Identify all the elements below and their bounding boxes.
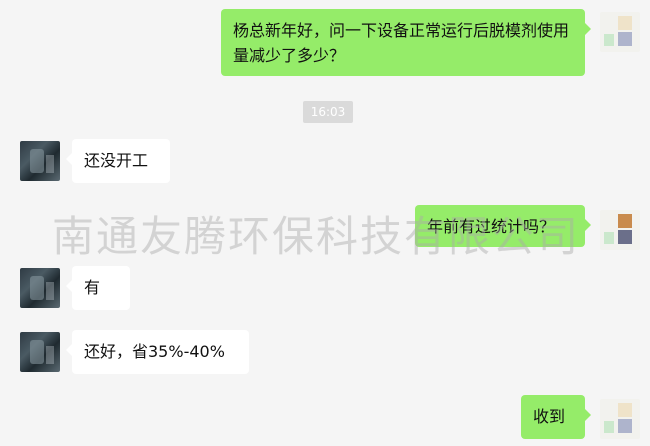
message-bubble-incoming[interactable]: 还没开工	[66, 139, 170, 183]
my-avatar[interactable]	[600, 12, 640, 52]
message-bubble-outgoing[interactable]: 收到	[521, 395, 591, 439]
message-bubble-outgoing[interactable]: 年前有过统计吗？	[415, 205, 591, 247]
contact-avatar[interactable]	[20, 332, 60, 372]
my-avatar[interactable]	[600, 210, 640, 250]
contact-avatar[interactable]	[20, 141, 60, 181]
my-avatar[interactable]	[600, 399, 640, 439]
message-text: 还好，省35%-40%	[84, 342, 225, 361]
message-text: 杨总新年好，问一下设备正常运行后脱模剂使用量减少了多少？	[233, 21, 570, 65]
message-bubble-outgoing[interactable]: 杨总新年好，问一下设备正常运行后脱模剂使用量减少了多少？	[221, 9, 591, 76]
contact-avatar[interactable]	[20, 268, 60, 308]
timestamp-badge: 16:03	[303, 101, 353, 123]
message-text: 有	[84, 278, 101, 297]
message-bubble-incoming[interactable]: 还好，省35%-40%	[66, 330, 249, 374]
message-text: 年前有过统计吗？	[427, 217, 556, 236]
message-bubble-incoming[interactable]: 有	[66, 266, 130, 310]
message-text: 还没开工	[84, 151, 149, 170]
message-text: 收到	[533, 407, 566, 426]
